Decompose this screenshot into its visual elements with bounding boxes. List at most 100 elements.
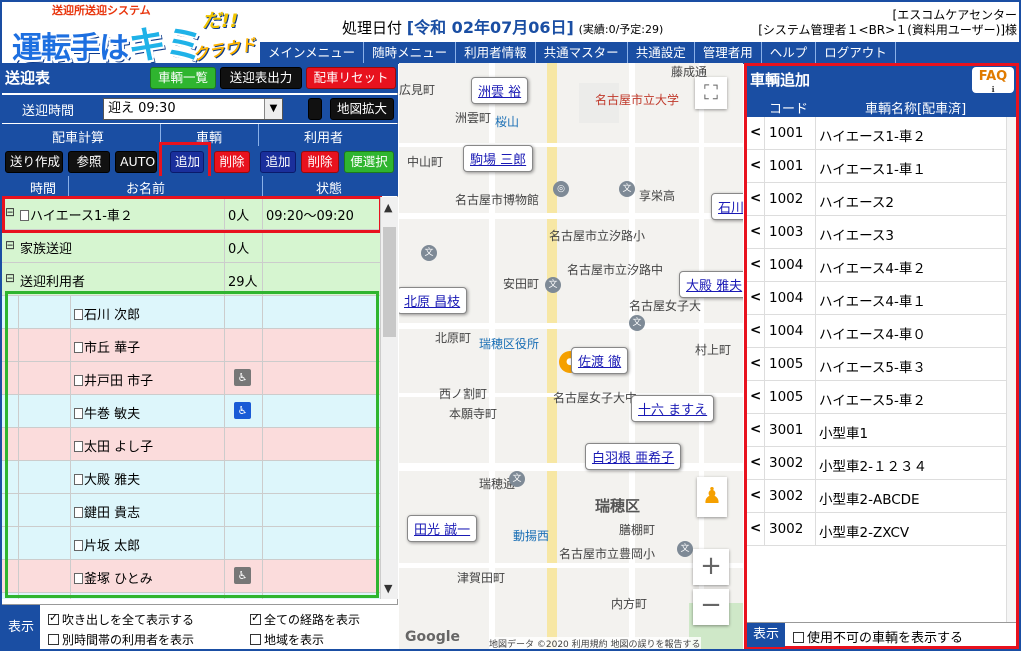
show-all-routes-checkbox[interactable]: 全ての経路を表示 xyxy=(250,611,360,628)
vehicle-row[interactable]: <3002 小型車2-ZXCV xyxy=(747,513,1006,546)
left-scrollbar[interactable]: ▲ ▼ xyxy=(380,197,398,599)
vehicle-row[interactable]: <1001 ハイエース1-車２ xyxy=(747,117,1006,150)
scroll-thumb[interactable] xyxy=(383,227,396,337)
menu-item[interactable]: 利用者情報 xyxy=(456,42,536,64)
create-send-button[interactable]: 送り作成 xyxy=(5,151,63,173)
chevron-left-icon[interactable]: < xyxy=(750,190,761,206)
vehicle-row[interactable]: <1004 ハイエース4-車２ xyxy=(747,249,1006,282)
poi-icon[interactable]: 文 xyxy=(421,245,437,261)
map-zoom-button[interactable]: 地図拡大 xyxy=(330,98,394,120)
vehicle-table-header: コード 車輌名称[配車済] xyxy=(747,95,1016,117)
map-callout[interactable]: 十六 ますえ xyxy=(631,395,715,422)
chevron-left-icon[interactable]: < xyxy=(750,124,761,140)
reference-button[interactable]: 参照 xyxy=(68,151,110,173)
vehicle-code: 1003 xyxy=(769,224,804,240)
vehicle-row[interactable]: <1004 ハイエース4-車１ xyxy=(747,282,1006,315)
delete-user-button[interactable]: 削除 xyxy=(301,151,339,173)
vehicle-row[interactable]: <1005 ハイエース5-車３ xyxy=(747,348,1006,381)
pegman-icon[interactable]: ♟ xyxy=(697,477,727,517)
chevron-left-icon[interactable]: < xyxy=(750,454,761,470)
chevron-left-icon[interactable]: < xyxy=(750,322,761,338)
map-view[interactable]: 広見町 洲雲町 中山町 名古屋市立大学 桜山 名古屋市博物館 享栄高 名古屋市立… xyxy=(399,63,743,649)
show-unusable-checkbox[interactable]: 使用不可の車輌を表示する xyxy=(793,627,963,646)
menu-item[interactable]: 随時メニュー xyxy=(364,42,457,64)
map-callout[interactable]: 北原 昌枝 xyxy=(399,287,468,314)
app-logo[interactable]: 送迎所送迎システム 運転手はキミ だ!! クラウド xyxy=(6,2,257,67)
vehicle-code: 1004 xyxy=(769,257,804,273)
vehicle-name: 小型車1 xyxy=(819,426,869,442)
vehicle-code: 1001 xyxy=(769,158,804,174)
google-logo: Google xyxy=(405,629,461,645)
scroll-down-icon[interactable]: ▼ xyxy=(384,582,392,595)
group-row[interactable]: ⊟ 家族送迎 0人 xyxy=(2,230,380,263)
chevron-left-icon[interactable]: < xyxy=(750,421,761,437)
toggle-button[interactable] xyxy=(308,98,322,120)
chevron-left-icon[interactable]: < xyxy=(750,355,761,371)
vehicle-row[interactable]: <1005 ハイエース5-車２ xyxy=(747,381,1006,414)
add-vehicle-button[interactable]: 追加 xyxy=(170,151,204,173)
chevron-left-icon[interactable]: < xyxy=(750,388,761,404)
vehicle-row[interactable]: <3002 小型車2-ABCDE xyxy=(747,480,1006,513)
convenience-select-button[interactable]: 便選択 xyxy=(344,151,394,173)
vehicle-row[interactable]: <1004 ハイエース4-車０ xyxy=(747,315,1006,348)
poi-icon[interactable]: 文 xyxy=(509,471,525,487)
table-header: 時間 お名前 状態 xyxy=(2,176,398,197)
chevron-left-icon[interactable]: < xyxy=(750,223,761,239)
right-scrollbar[interactable] xyxy=(1006,117,1016,622)
show-other-time-checkbox[interactable]: 別時間帯の利用者を表示 xyxy=(48,631,194,648)
fullscreen-icon[interactable]: ⛶ xyxy=(695,77,727,109)
vehicle-code: 1001 xyxy=(769,125,804,141)
zoom-out-icon[interactable]: − xyxy=(693,589,729,625)
menu-item[interactable]: メインメニュー xyxy=(260,42,365,64)
vehicle-name: ハイエース4-車２ xyxy=(819,261,926,277)
menu-item[interactable]: 管理者用 xyxy=(695,42,762,64)
users-highlight xyxy=(5,291,379,598)
map-callout[interactable]: 大殿 雅夫 xyxy=(679,271,743,298)
vehicle-name: ハイエース2 xyxy=(819,195,895,211)
output-button[interactable]: 送迎表出力 xyxy=(220,67,302,89)
time-select[interactable]: 迎え 09:30 ▼ xyxy=(103,98,283,120)
zoom-in-icon[interactable]: + xyxy=(693,549,729,585)
show-all-balloons-checkbox[interactable]: 吹き出しを全て表示する xyxy=(48,611,194,628)
menu-item[interactable]: ヘルプ xyxy=(762,42,817,64)
menu-item[interactable]: 共通設定 xyxy=(628,42,695,64)
time-label: 送迎時間 xyxy=(22,104,75,119)
vehicle-row[interactable]: <1003 ハイエース3 xyxy=(747,216,1006,249)
scroll-up-icon[interactable]: ▲ xyxy=(384,201,392,214)
poi-icon[interactable]: ◎ xyxy=(553,181,569,197)
vehicle-row[interactable]: <3002 小型車2-１２３４ xyxy=(747,447,1006,480)
map-callout[interactable]: 洲雲 裕 xyxy=(471,77,529,104)
delete-vehicle-button[interactable]: 削除 xyxy=(214,151,250,173)
chevron-left-icon[interactable]: < xyxy=(750,289,761,305)
collapse-icon[interactable]: ⊟ xyxy=(5,238,15,252)
poi-icon[interactable]: 文 xyxy=(545,277,561,293)
vehicle-row[interactable]: <1001 ハイエース1-車１ xyxy=(747,150,1006,183)
auto-button[interactable]: AUTO xyxy=(115,151,157,173)
chevron-left-icon[interactable]: < xyxy=(750,520,761,536)
menu-item[interactable]: 共通マスター xyxy=(536,42,628,64)
map-callout[interactable]: 田光 誠一 xyxy=(407,515,478,542)
vehicle-list-button[interactable]: 車輌一覧 xyxy=(150,67,216,89)
collapse-icon[interactable]: ⊟ xyxy=(5,271,15,285)
vehicle-row[interactable]: <1002 ハイエース2 xyxy=(747,183,1006,216)
map-callout[interactable]: 白羽根 亜希子 xyxy=(585,443,682,470)
right-display-options: 表示 使用不可の車輌を表示する xyxy=(747,622,1016,647)
vehicle-code: 1005 xyxy=(769,389,804,405)
poi-icon[interactable]: 文 xyxy=(629,315,645,331)
faq-button[interactable]: FAQ ℹ xyxy=(972,67,1014,94)
show-area-checkbox[interactable]: 地域を表示 xyxy=(250,631,324,648)
menu-item[interactable]: ログアウト xyxy=(816,42,896,64)
header: 送迎所送迎システム 運転手はキミ だ!! クラウド 処理日付 [令和 02年07… xyxy=(2,2,1019,67)
chevron-left-icon[interactable]: < xyxy=(750,256,761,272)
map-callout[interactable]: 駒場 三郎 xyxy=(463,145,534,172)
poi-icon[interactable]: 文 xyxy=(677,541,693,557)
map-callout[interactable]: 佐渡 徹 xyxy=(571,347,629,374)
add-user-button[interactable]: 追加 xyxy=(260,151,296,173)
chevron-left-icon[interactable]: < xyxy=(750,487,761,503)
reset-dispatch-button[interactable]: 配車リセット xyxy=(306,67,396,89)
chevron-left-icon[interactable]: < xyxy=(750,157,761,173)
chevron-down-icon: ▼ xyxy=(264,99,282,119)
vehicle-row[interactable]: <3001 小型車1 xyxy=(747,414,1006,447)
map-callout[interactable]: 石川 xyxy=(711,193,743,220)
poi-icon[interactable]: 文 xyxy=(619,181,635,197)
